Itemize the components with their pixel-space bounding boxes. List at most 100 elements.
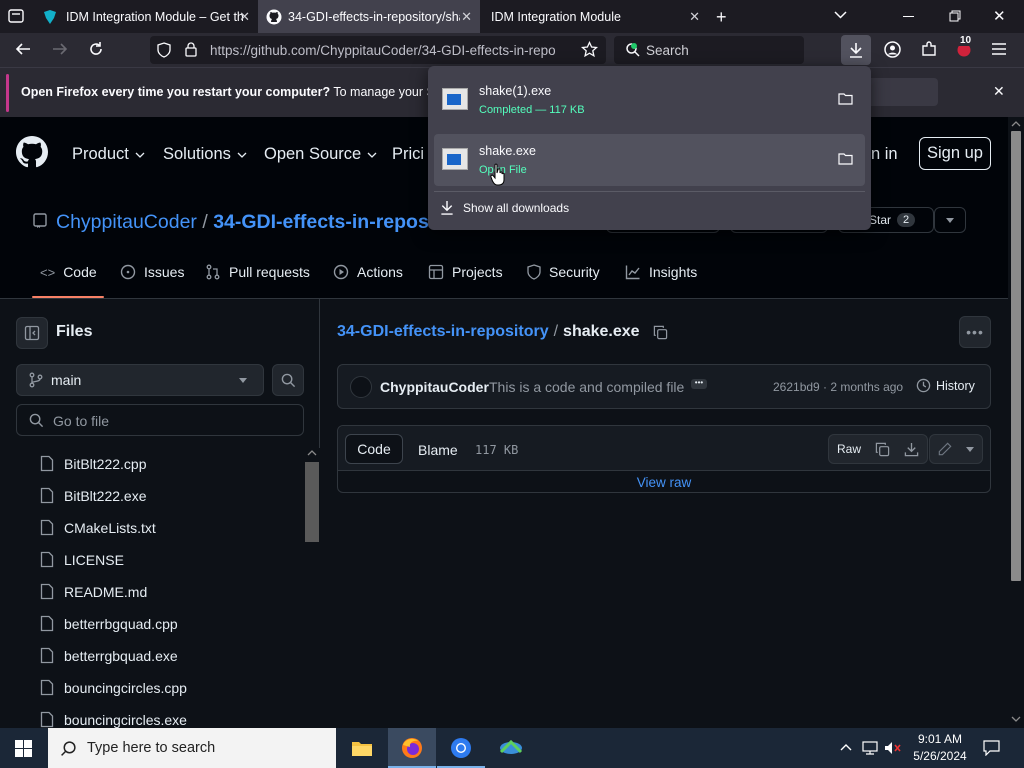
edit-button[interactable]: [929, 434, 983, 464]
notification-close-icon[interactable]: ✕: [993, 83, 1005, 100]
tab-github-shake[interactable]: 34-GDI-effects-in-repository/sha ✕: [258, 0, 480, 33]
page-scrollbar[interactable]: [1008, 117, 1024, 728]
nav-product[interactable]: Product: [72, 145, 145, 164]
clock-date[interactable]: 5/26/2024: [910, 749, 970, 763]
shield-icon[interactable]: [157, 42, 171, 58]
file-item[interactable]: BitBlt222.exe: [40, 487, 147, 504]
commit-expand-icon[interactable]: •••: [691, 379, 707, 389]
search-files-button[interactable]: [272, 364, 304, 396]
branch-selector[interactable]: main: [16, 364, 264, 396]
github-logo-icon[interactable]: [16, 136, 48, 168]
copy-icon[interactable]: [875, 442, 890, 457]
repo-tab-projects[interactable]: Projects: [428, 264, 503, 280]
star-dropdown-button[interactable]: [934, 207, 966, 233]
restore-icon[interactable]: [949, 10, 961, 22]
nav-open-source[interactable]: Open Source: [264, 145, 377, 164]
file-item[interactable]: bouncingcircles.cpp: [40, 679, 187, 696]
raw-button[interactable]: Raw: [828, 434, 928, 464]
chrome-taskbar-button[interactable]: [437, 728, 485, 768]
repo-tab-security[interactable]: Security: [527, 264, 600, 280]
forward-arrow-icon[interactable]: [52, 41, 68, 57]
firefox-taskbar-button[interactable]: [388, 728, 436, 768]
repo-tab-pull-requests[interactable]: Pull requests: [205, 264, 310, 280]
breadcrumb-sep: /: [553, 323, 559, 340]
file-item[interactable]: LICENSE: [40, 551, 124, 568]
repo-tab-insights[interactable]: Insights: [625, 264, 697, 280]
search-bar[interactable]: Search: [614, 36, 804, 64]
download-filename: shake.exe: [479, 144, 536, 158]
tab-idm-get[interactable]: IDM Integration Module – Get th ✕: [34, 0, 258, 33]
file-item[interactable]: README.md: [40, 583, 147, 600]
repo-tab-code[interactable]: <> Code: [40, 264, 97, 280]
page-scroll-thumb[interactable]: [1011, 131, 1021, 581]
back-arrow-icon[interactable]: [15, 41, 31, 57]
more-options-button[interactable]: •••: [959, 316, 991, 348]
network-icon[interactable]: [862, 741, 878, 755]
file-item[interactable]: CMakeLists.txt: [40, 519, 156, 536]
bookmark-star-icon[interactable]: [581, 41, 598, 58]
close-tab-icon[interactable]: ✕: [689, 9, 700, 25]
tab-idm-module[interactable]: IDM Integration Module ✕: [480, 0, 708, 33]
tab-overflow-chevron-icon[interactable]: [834, 11, 847, 19]
commit-hash-time[interactable]: 2621bd9 · 2 months ago: [773, 380, 903, 394]
lock-icon[interactable]: [185, 42, 197, 57]
close-tab-icon[interactable]: ✕: [239, 9, 250, 25]
url-bar[interactable]: https://github.com/ChyppitauCoder/34-GDI…: [150, 36, 606, 64]
hamburger-menu-icon[interactable]: [992, 43, 1006, 55]
tray-chevron-up-icon[interactable]: [840, 744, 852, 751]
sign-up-button[interactable]: Sign up: [919, 137, 991, 170]
file-item[interactable]: betterrgbquad.exe: [40, 647, 178, 664]
scroll-up-arrow-icon[interactable]: [1011, 121, 1021, 127]
commit-author[interactable]: ChyppitauCoder: [380, 379, 489, 395]
history-link[interactable]: History: [916, 378, 975, 393]
window-close-icon[interactable]: ✕: [993, 7, 1006, 25]
notifications-icon[interactable]: [983, 740, 1000, 756]
notification-bold: Open Firefox every time you restart your…: [21, 85, 331, 99]
repo-owner-link[interactable]: ChyppitauCoder: [56, 211, 197, 233]
new-tab-icon[interactable]: +: [716, 7, 727, 28]
download-item[interactable]: shake(1).exe Completed — 117 KB: [434, 74, 865, 126]
windows-start-icon[interactable]: [15, 740, 32, 757]
account-icon[interactable]: [884, 41, 901, 58]
volume-muted-icon[interactable]: [884, 741, 902, 755]
scroll-down-arrow-icon[interactable]: [1011, 716, 1021, 722]
reload-icon[interactable]: [88, 41, 104, 57]
nav-solutions[interactable]: Solutions: [163, 145, 247, 164]
downloads-panel: shake(1).exe Completed — 117 KB shake.ex…: [428, 66, 871, 230]
minimize-icon[interactable]: [903, 16, 914, 17]
file-explorer-icon[interactable]: [351, 739, 373, 757]
idm-taskbar-button[interactable]: [486, 728, 534, 768]
file-item[interactable]: bouncingcircles.exe: [40, 711, 187, 728]
repo-name-link[interactable]: 34-GDI-effects-in-repos: [213, 211, 429, 233]
avatar[interactable]: [350, 376, 372, 398]
view-raw-link[interactable]: View raw: [338, 475, 990, 490]
sidebar-scrollbar[interactable]: [304, 448, 320, 728]
open-folder-icon[interactable]: [838, 152, 853, 165]
sign-in-link[interactable]: n in: [871, 145, 898, 164]
open-folder-icon[interactable]: [838, 92, 853, 105]
downloads-button[interactable]: [841, 35, 871, 65]
breadcrumb-repo-link[interactable]: 34-GDI-effects-in-repository: [337, 323, 549, 341]
commit-message[interactable]: This is a code and compiled file: [489, 379, 684, 395]
code-view-tab[interactable]: Code: [345, 434, 403, 464]
clock-time[interactable]: 9:01 AM: [916, 732, 964, 746]
notification-action-button[interactable]: [866, 78, 938, 106]
repo-tab-actions[interactable]: Actions: [333, 264, 403, 280]
repo-tab-issues[interactable]: Issues: [120, 264, 184, 280]
go-to-file-input[interactable]: Go to file: [16, 404, 304, 436]
nav-pricing[interactable]: Prici: [392, 145, 424, 164]
file-item[interactable]: BitBlt222.cpp: [40, 455, 147, 472]
tab-list-icon[interactable]: [8, 9, 24, 23]
show-all-downloads[interactable]: Show all downloads: [440, 200, 569, 215]
collapse-sidebar-button[interactable]: [16, 317, 48, 349]
taskbar-search-box[interactable]: Type here to search: [48, 728, 336, 768]
close-tab-icon[interactable]: ✕: [461, 9, 472, 25]
scroll-up-arrow-icon[interactable]: [307, 450, 317, 456]
download-icon[interactable]: [904, 442, 919, 457]
file-item[interactable]: betterrbgquad.cpp: [40, 615, 178, 632]
extensions-puzzle-icon[interactable]: [921, 41, 937, 57]
breadcrumb-file: shake.exe: [563, 323, 640, 340]
copy-path-icon[interactable]: [653, 325, 668, 340]
blame-view-tab[interactable]: Blame: [418, 442, 458, 458]
sidebar-scroll-thumb[interactable]: [305, 462, 319, 542]
